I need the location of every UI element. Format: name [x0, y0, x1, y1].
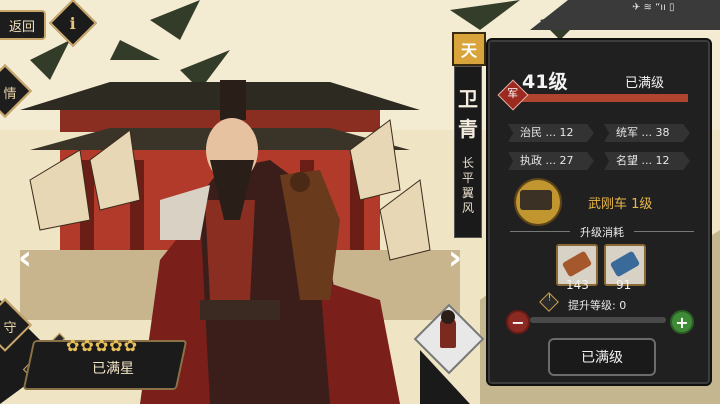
upgrade-level-slider[interactable] — [530, 317, 666, 323]
hero-name-char: 卫 — [458, 87, 478, 111]
hero-name: 卫 青 — [456, 84, 480, 144]
chariot-icon — [520, 190, 552, 210]
minus-icon: − — [511, 312, 525, 332]
scroll-icon — [609, 250, 641, 278]
hero-grade-badge: 天 — [452, 32, 486, 66]
prev-hero-arrow[interactable]: ‹ — [18, 238, 32, 278]
upgrade-cost-title: 升级消耗 — [580, 226, 624, 239]
side-tab-label: 情 — [4, 86, 18, 102]
cost-amount: 143 — [566, 278, 589, 292]
chibi-avatar-head — [441, 310, 455, 324]
max-level-label: 已满级 — [625, 76, 665, 91]
level-progress-bar — [512, 94, 688, 102]
stat-governance: 治民 ... 12 — [508, 124, 594, 142]
decrease-level-button[interactable]: − — [506, 310, 530, 334]
hero-name-char: 青 — [458, 117, 478, 141]
stat-command: 统军 ... 38 — [604, 124, 690, 142]
star-rating: ✿✿✿✿✿ — [66, 336, 139, 355]
cost-amount: 91 — [616, 278, 632, 292]
side-tab-label: 守 — [4, 320, 18, 336]
level-progress-fill — [512, 94, 688, 102]
equipment-label: 武刚车 1级 — [588, 197, 653, 212]
hero-level: 41级 — [522, 71, 568, 93]
stat-administration: 执政 ... 27 — [508, 152, 594, 170]
increase-level-button[interactable]: + — [670, 310, 694, 334]
stat-prestige: 名望 ... 12 — [604, 152, 690, 170]
upgrade-level-label: 提升等级: 0 — [568, 299, 627, 312]
hero-title: 长平翼风 — [461, 156, 474, 215]
plus-icon: + — [675, 312, 689, 332]
device-status-bar: ✈ ≋ “ıı ▯ — [632, 2, 675, 13]
scroll-icon — [561, 250, 593, 278]
army-badge-label: 军 — [507, 87, 519, 101]
divider — [634, 231, 694, 232]
upgrade-button[interactable]: 已满级 — [548, 338, 656, 376]
back-button[interactable]: 返回 — [0, 10, 46, 40]
info-icon: i — [69, 13, 77, 33]
divider — [510, 231, 570, 232]
next-hero-arrow[interactable]: › — [448, 238, 462, 278]
star-status-label: 已满星 — [92, 361, 134, 377]
